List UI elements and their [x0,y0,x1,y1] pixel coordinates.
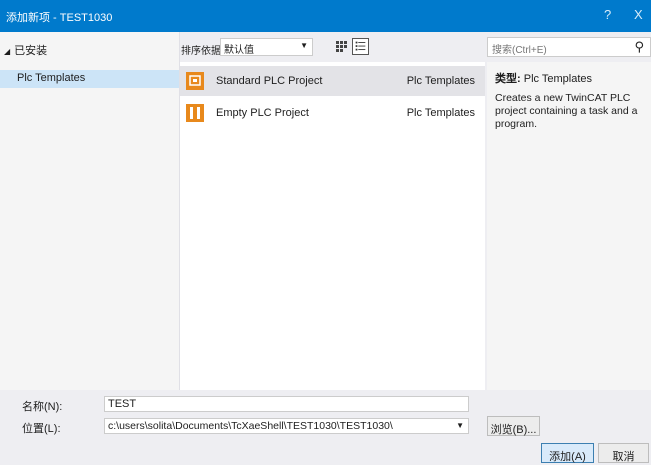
cancel-button[interactable]: 取消 [598,443,649,463]
collapse-arrow-icon[interactable]: ◢ [4,47,10,56]
sort-value: 默认值 [224,45,254,56]
template-name: Standard PLC Project [216,75,323,87]
location-value: c:\users\solita\Documents\TcXaeShell\TES… [108,420,393,432]
search-input[interactable]: 搜索(Ctrl+E) ⚲ [487,37,651,57]
location-label: 位置(L): [22,423,61,435]
template-tree: ◢ 已安装 Plc Templates [0,32,180,390]
tree-item-label: Plc Templates [17,72,86,84]
plc-empty-project-icon [186,104,204,122]
chevron-down-icon: ▼ [300,41,308,50]
search-placeholder: 搜索(Ctrl+E) [492,45,547,56]
sort-label: 排序依据: [181,46,224,57]
title-bar: 添加新项 - TEST1030 ? X [0,0,651,32]
template-list: Standard PLC Project Plc Templates Empty… [180,62,485,390]
tree-item-plc-templates[interactable]: Plc Templates [0,70,179,88]
tree-node-label: 已安装 [14,45,48,57]
detail-type-value: Plc Templates [523,73,593,85]
detail-description: Creates a new TwinCAT PLC project contai… [495,92,638,130]
detail-pane: 类型: Plc Templates Creates a new TwinCAT … [487,62,651,390]
sort-dropdown[interactable]: 默认值 ▼ [220,38,313,56]
chevron-down-icon[interactable]: ▼ [456,421,464,430]
list-view-icon[interactable] [352,38,369,55]
template-name: Empty PLC Project [216,107,309,119]
plc-project-icon [186,72,204,90]
detail-type: 类型: Plc Templates [495,70,643,86]
list-item[interactable]: Empty PLC Project Plc Templates [180,98,485,128]
name-field[interactable]: TEST [104,396,469,412]
sort-toolbar: 排序依据: 默认值 ▼ [180,32,487,62]
grid-view-icon[interactable] [335,40,348,53]
template-category: Plc Templates [406,75,475,87]
tree-node-installed[interactable]: ◢ 已安装 [4,42,47,58]
detail-type-label: 类型: [495,73,521,85]
name-label: 名称(N): [22,401,63,413]
template-category: Plc Templates [406,107,475,119]
browse-button[interactable]: 浏览(B)... [487,416,540,436]
search-icon[interactable]: ⚲ [634,39,644,55]
list-item[interactable]: Standard PLC Project Plc Templates [180,66,485,96]
help-button[interactable]: ? [604,7,611,22]
close-button[interactable]: X [634,7,643,22]
window-title: 添加新项 - TEST1030 [6,12,113,24]
location-field[interactable]: c:\users\solita\Documents\TcXaeShell\TES… [104,418,469,434]
add-button[interactable]: 添加(A) [541,443,594,463]
